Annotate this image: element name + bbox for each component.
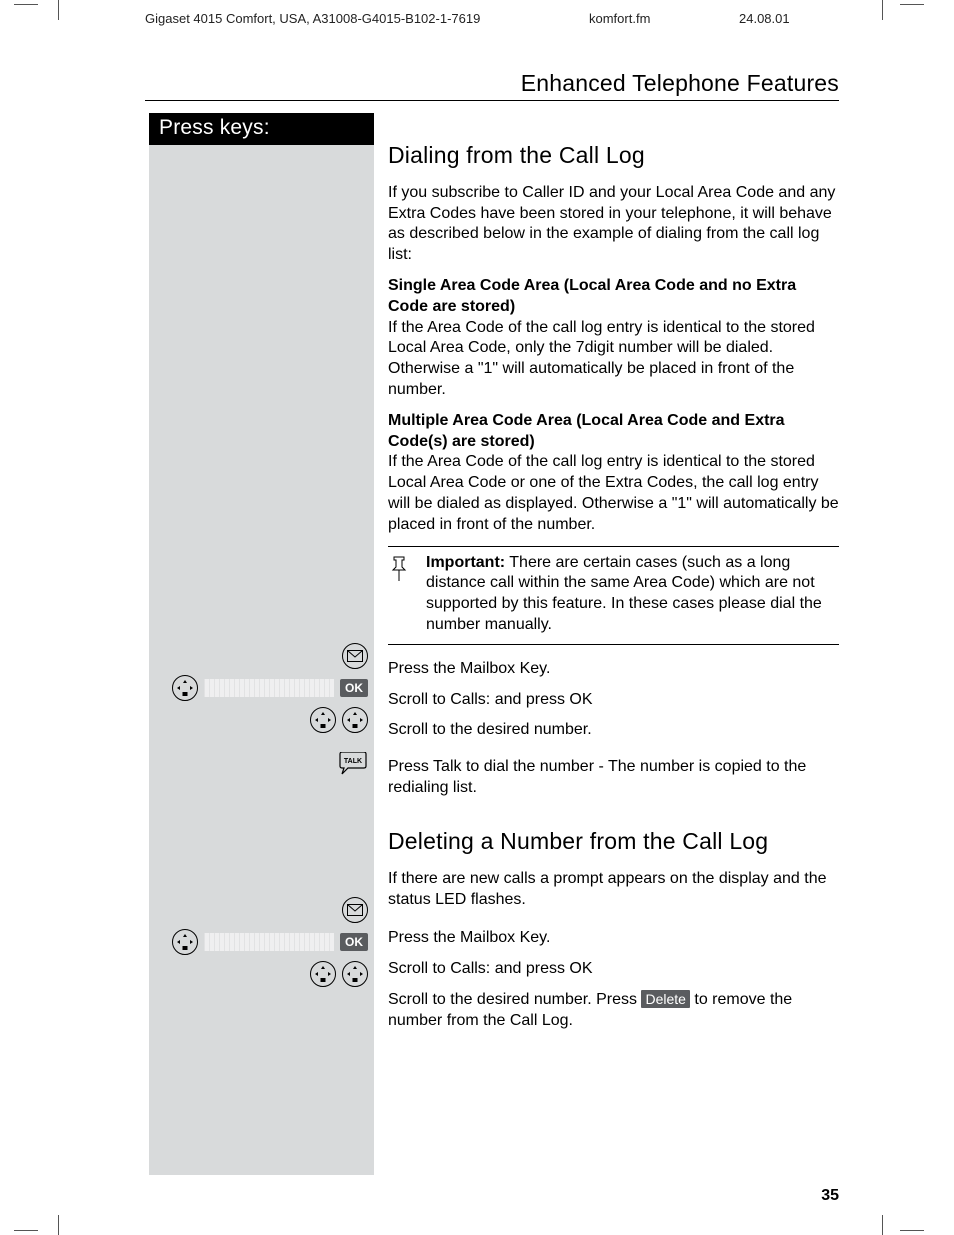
mailbox-key-icon — [342, 897, 368, 923]
heading-deleting: Deleting a Number from the Call Log — [388, 827, 839, 857]
main-column: Dialing from the Call Log If you subscri… — [374, 113, 839, 1175]
page-number: 35 — [821, 1187, 839, 1205]
step-scroll-calls: Scroll to Calls: and press OK — [388, 690, 839, 711]
delete-softkey: Delete — [641, 990, 689, 1008]
key-row-scroll-scroll — [149, 705, 368, 735]
important-note: Important: There are certain cases (such… — [388, 546, 839, 645]
del-step-pre: Scroll to the desired number. Press — [388, 991, 641, 1008]
pin-icon — [388, 553, 414, 636]
crop-mark — [58, 1215, 59, 1235]
date: 24.08.01 — [739, 11, 859, 26]
key-row-scroll-ok: OK — [157, 673, 368, 703]
multi-area-body: If the Area Code of the call log entry i… — [388, 453, 839, 532]
navigation-key-icon — [342, 707, 368, 733]
crop-mark — [900, 4, 924, 5]
mailbox-key-icon — [342, 643, 368, 669]
del-step-scroll-calls: Scroll to Calls: and press OK — [388, 959, 839, 980]
sidebar-header: Press keys: — [149, 113, 374, 145]
crop-mark — [14, 1230, 38, 1231]
single-area-block: Single Area Code Area (Local Area Code a… — [388, 276, 839, 401]
del-step-scroll-number: Scroll to the desired number. Press Dele… — [388, 990, 839, 1032]
single-area-body: If the Area Code of the call log entry i… — [388, 319, 815, 398]
key-row-mailbox — [149, 641, 368, 671]
key-row-scroll-scroll-2 — [149, 959, 368, 989]
crop-mark — [900, 1230, 924, 1231]
navigation-key-icon — [172, 929, 198, 955]
key-row-talk: TALK — [149, 749, 368, 779]
single-area-heading: Single Area Code Area (Local Area Code a… — [388, 277, 796, 315]
heading-dialing: Dialing from the Call Log — [388, 141, 839, 171]
talk-key-icon: TALK — [338, 752, 368, 776]
navigation-key-icon — [310, 961, 336, 987]
display-strip — [204, 679, 334, 697]
navigation-key-icon — [342, 961, 368, 987]
note-text: Important: There are certain cases (such… — [426, 553, 839, 636]
ok-softkey: OK — [340, 679, 368, 697]
navigation-key-icon — [172, 675, 198, 701]
delete-intro: If there are new calls a prompt appears … — [388, 869, 839, 911]
horizontal-rule — [145, 100, 839, 101]
page: Gigaset 4015 Comfort, USA, A31008-G4015-… — [0, 0, 954, 1235]
navigation-key-icon — [310, 707, 336, 733]
key-row-mailbox-2 — [149, 895, 368, 925]
del-step-mailbox: Press the Mailbox Key. — [388, 928, 839, 949]
intro-paragraph: If you subscribe to Caller ID and your L… — [388, 183, 839, 266]
key-row-scroll-ok-2: OK — [157, 927, 368, 957]
step-mailbox: Press the Mailbox Key. — [388, 659, 839, 680]
crop-mark — [882, 0, 883, 20]
section-title: Enhanced Telephone Features — [521, 70, 839, 97]
content-area: Press keys: OK — [149, 113, 839, 1175]
note-label: Important: — [426, 554, 505, 571]
ok-softkey: OK — [340, 933, 368, 951]
multi-area-heading: Multiple Area Code Area (Local Area Code… — [388, 412, 785, 450]
crop-mark — [14, 4, 38, 5]
step-scroll-number: Scroll to the desired number. — [388, 720, 839, 741]
sidebar: Press keys: OK — [149, 113, 374, 1175]
product-id: Gigaset 4015 Comfort, USA, A31008-G4015-… — [145, 11, 589, 26]
display-strip — [204, 933, 334, 951]
svg-text:TALK: TALK — [344, 758, 362, 765]
multi-area-block: Multiple Area Code Area (Local Area Code… — [388, 411, 839, 536]
crop-mark — [58, 0, 59, 20]
step-talk: Press Talk to dial the number - The numb… — [388, 757, 839, 799]
crop-mark — [882, 1215, 883, 1235]
filename: komfort.fm — [589, 11, 739, 26]
header-meta: Gigaset 4015 Comfort, USA, A31008-G4015-… — [145, 11, 859, 26]
